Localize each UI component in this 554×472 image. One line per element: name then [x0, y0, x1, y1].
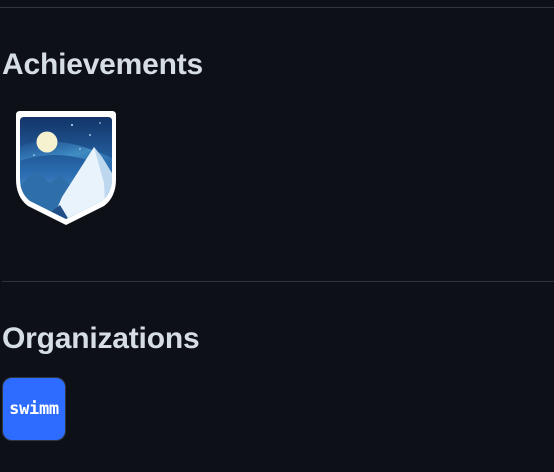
profile-sidebar: Achievements Organizations swimm	[0, 0, 554, 472]
achievement-badge[interactable]	[14, 109, 118, 225]
org-avatar-swimm[interactable]: swimm	[2, 377, 66, 441]
org-avatar-label: swimm	[9, 399, 59, 419]
section-divider	[2, 281, 554, 282]
arctic-mountain-badge-icon	[16, 111, 116, 225]
organizations-heading[interactable]: Organizations	[2, 321, 200, 357]
section-divider	[0, 7, 554, 8]
achievements-heading[interactable]: Achievements	[2, 47, 203, 83]
